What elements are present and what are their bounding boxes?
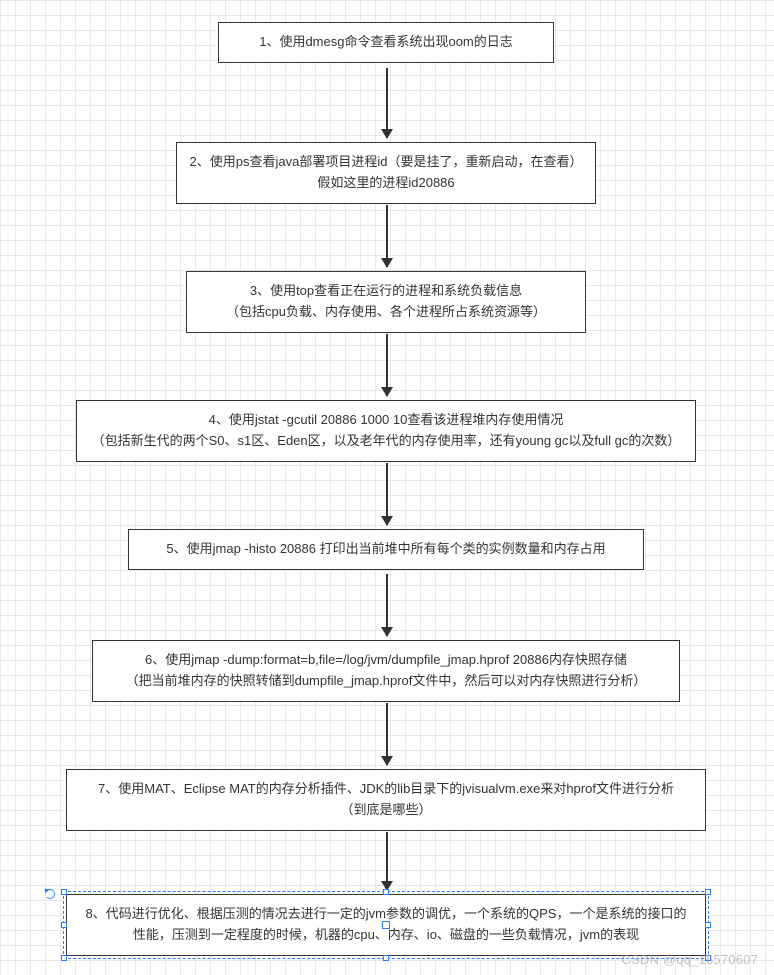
flow-node-7[interactable]: 7、使用MAT、Eclipse MAT的内存分析插件、JDK的lib目录下的jv… [66,769,706,831]
flow-arrow [386,574,388,636]
node-text: 性能，压测到一定程度的时候，机器的cpu、内存、io、磁盘的一些负载情况，jvm… [133,925,639,946]
flow-arrow [386,205,388,267]
resize-handle-icon[interactable] [383,955,389,961]
node-text: （包括cpu负载、内存使用、各个进程所占系统资源等） [226,302,546,323]
flow-arrow [386,334,388,396]
node-text: 6、使用jmap -dump:format=b,file=/log/jvm/du… [145,650,627,671]
resize-handle-icon[interactable] [705,889,711,895]
flow-node-4[interactable]: 4、使用jstat -gcutil 20886 1000 10查看该进程堆内存使… [76,400,696,462]
node-text: （包括新生代的两个S0、s1区、Eden区，以及老年代的内存使用率，还有youn… [92,431,681,452]
watermark-text: CSDN @qq_16570607 [621,952,758,967]
node-text: 7、使用MAT、Eclipse MAT的内存分析插件、JDK的lib目录下的jv… [98,779,674,800]
flow-node-1[interactable]: 1、使用dmesg命令查看系统出现oom的日志 [218,22,554,63]
flow-arrow [386,463,388,525]
flow-node-8-selection[interactable]: 8、代码进行优化、根据压测的情况去进行一定的jvm参数的调优，一个系统的QPS，… [66,894,706,956]
flow-node-8[interactable]: 8、代码进行优化、根据压测的情况去进行一定的jvm参数的调优，一个系统的QPS，… [66,894,706,956]
resize-handle-icon[interactable] [61,889,67,895]
node-text: 3、使用top查看正在运行的进程和系统负载信息 [250,281,522,302]
rotate-handle-icon[interactable] [45,889,55,899]
flow-node-5[interactable]: 5、使用jmap -histo 20886 打印出当前堆中所有每个类的实例数量和… [128,529,644,570]
node-text: （把当前堆内存的快照转储到dumpfile_jmap.hprof文件中，然后可以… [126,671,647,692]
flowchart-container: 1、使用dmesg命令查看系统出现oom的日志 2、使用ps查看java部署项目… [0,0,774,975]
flow-arrow [386,68,388,138]
resize-handle-icon[interactable] [61,922,67,928]
resize-handle-icon[interactable] [705,922,711,928]
node-text: 1、使用dmesg命令查看系统出现oom的日志 [259,32,513,53]
node-text: （到底是哪些） [340,800,431,821]
flow-node-3[interactable]: 3、使用top查看正在运行的进程和系统负载信息 （包括cpu负载、内存使用、各个… [186,271,586,333]
flow-node-6[interactable]: 6、使用jmap -dump:format=b,file=/log/jvm/du… [92,640,680,702]
node-text: 2、使用ps查看java部署项目进程id（要是挂了，重新启动，在查看） [190,152,583,173]
node-text: 4、使用jstat -gcutil 20886 1000 10查看该进程堆内存使… [209,410,564,431]
flow-arrow [386,832,388,890]
node-text: 5、使用jmap -histo 20886 打印出当前堆中所有每个类的实例数量和… [166,539,605,560]
resize-handle-icon[interactable] [383,889,389,895]
flow-node-2[interactable]: 2、使用ps查看java部署项目进程id（要是挂了，重新启动，在查看） 假如这里… [176,142,596,204]
resize-handle-icon[interactable] [61,955,67,961]
node-text: 8、代码进行优化、根据压测的情况去进行一定的jvm参数的调优，一个系统的QPS，… [86,904,687,925]
node-text: 假如这里的进程id20886 [317,173,454,194]
flow-arrow [386,703,388,765]
